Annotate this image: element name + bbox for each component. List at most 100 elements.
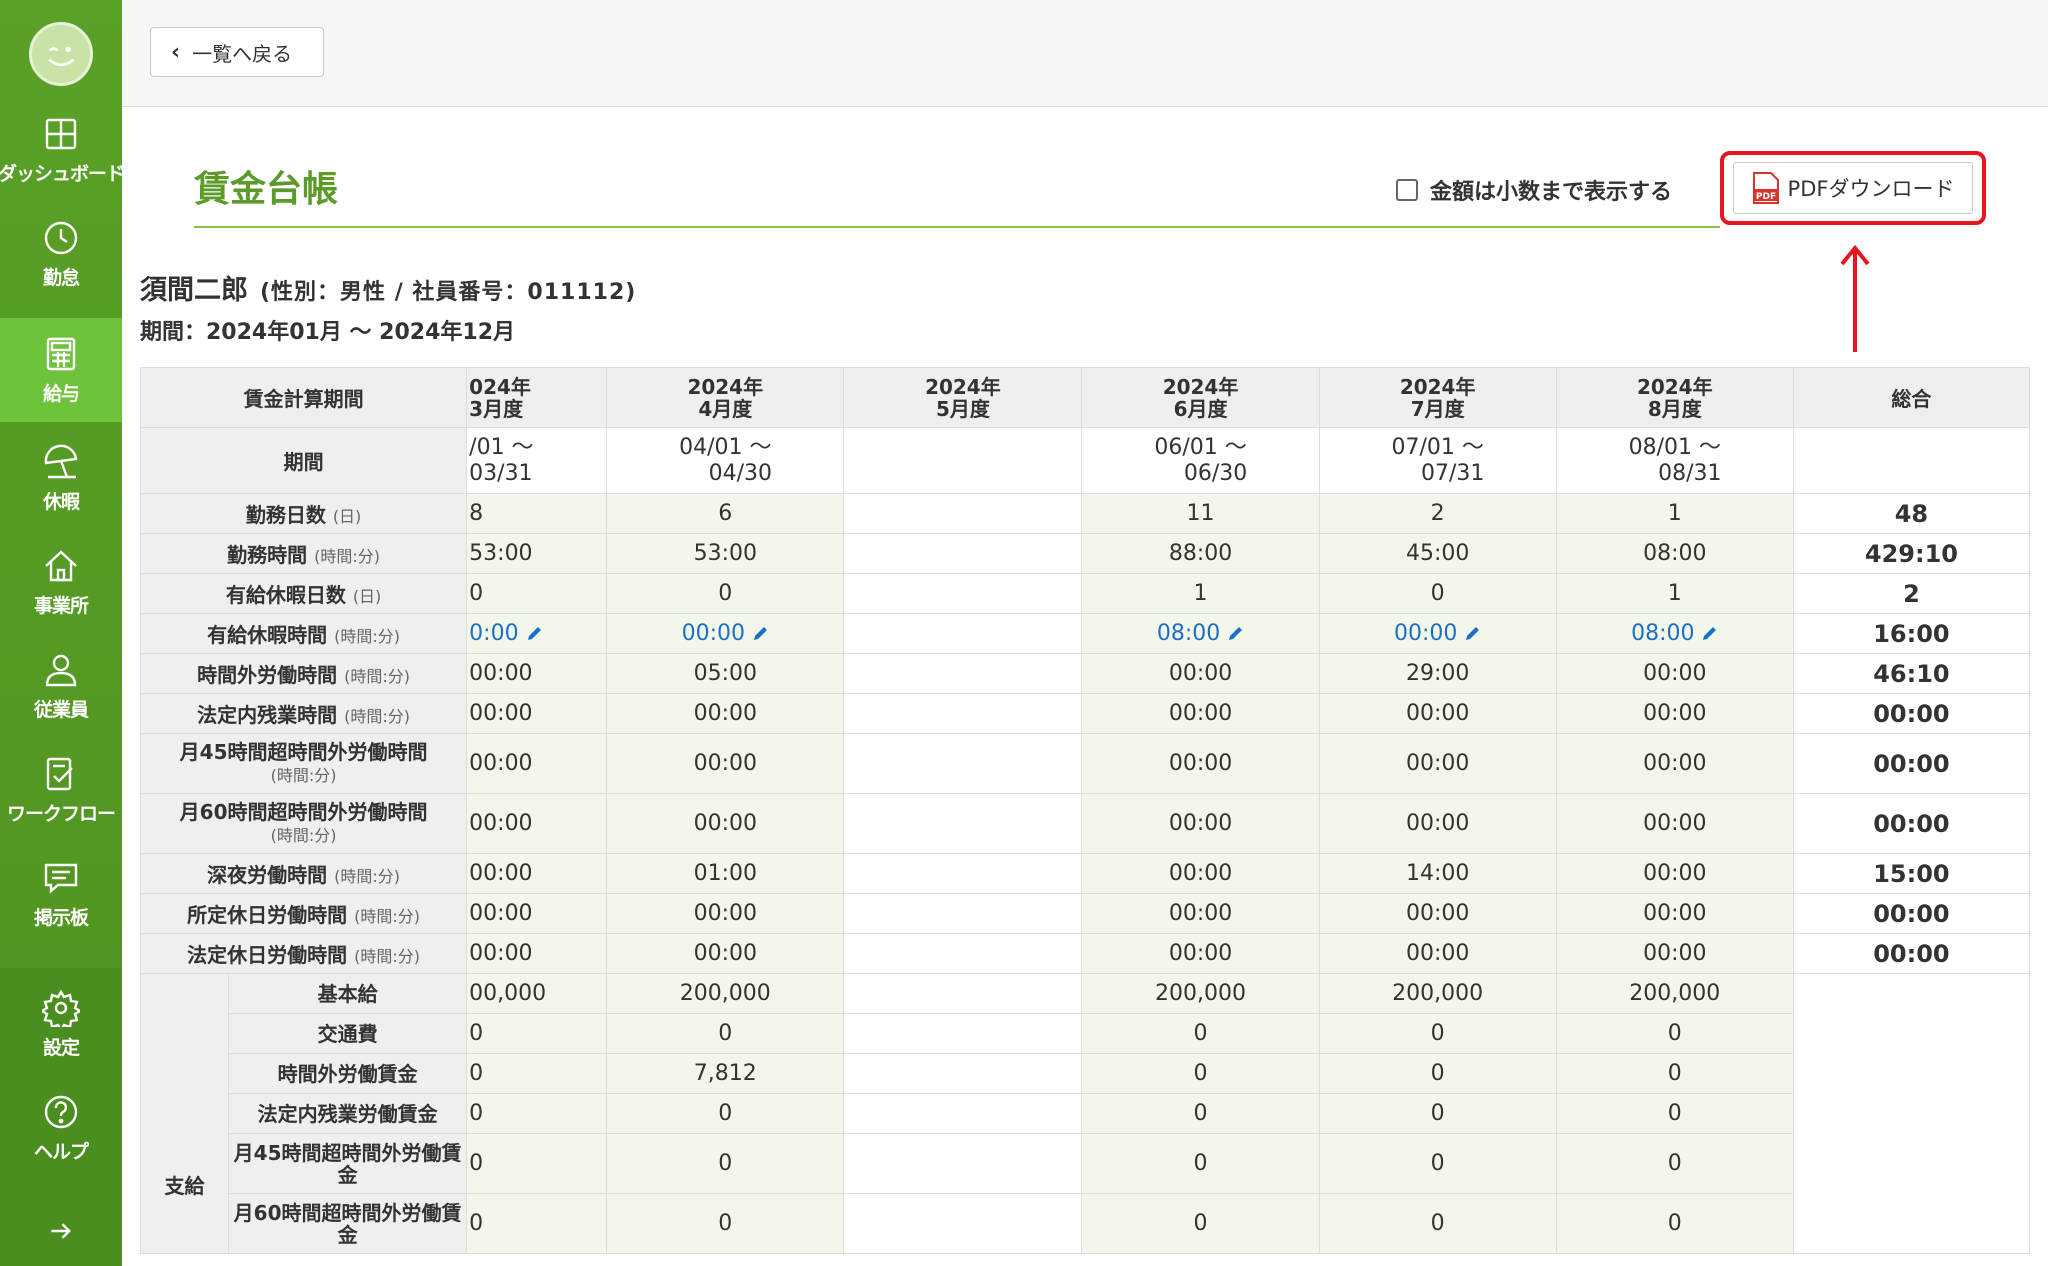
month-header: 2024年 4月度 — [606, 367, 845, 428]
umbrella-icon — [44, 444, 78, 478]
row-label: 勤務時間 (時間:分) — [139, 533, 468, 574]
sidebar-item-label: ダッシュボード — [0, 162, 125, 185]
sidebar-item-office[interactable]: 事業所 — [0, 530, 122, 634]
value-cell: 00:00 — [466, 693, 608, 734]
pdf-button-label: PDFダウンロード — [1787, 177, 1955, 201]
value-cell: 11 — [1081, 493, 1320, 534]
row-label: 法定休日労働時間 (時間:分) — [139, 933, 468, 974]
value-cell: 00:00 — [466, 933, 608, 974]
pencil-icon[interactable] — [525, 625, 543, 643]
sidebar-item-label: 掲示板 — [33, 906, 89, 929]
sidebar-item-board[interactable]: 掲示板 — [0, 842, 122, 946]
paid-leave-time-link[interactable]: 08:00 — [1555, 613, 1794, 654]
row-label: 交通費 — [228, 1013, 468, 1054]
pencil-icon[interactable] — [1226, 625, 1244, 643]
period-cell: 06/01 〜 06/30 — [1081, 427, 1320, 494]
sidebar-item-help[interactable]: ヘルプ — [0, 1076, 122, 1180]
value-cell: 00:00 — [1555, 853, 1794, 894]
period-cell: 07/01 〜 07/31 — [1318, 427, 1557, 494]
value-cell: 0 — [1318, 1093, 1557, 1134]
table-row: 交通費 0 0 0 0 0 — [141, 1013, 2030, 1054]
sidebar-item-workflow[interactable]: ワークフロー — [0, 738, 122, 842]
value-cell: 53:00 — [466, 533, 608, 574]
value-cell: 200,000 — [1555, 973, 1794, 1014]
logo[interactable] — [29, 22, 93, 86]
total-cell — [1792, 973, 2031, 1254]
sidebar-item-employees[interactable]: 従業員 — [0, 634, 122, 738]
paid-leave-time-link[interactable]: 0:00 — [466, 613, 608, 654]
sidebar-expand-button[interactable] — [0, 1196, 122, 1266]
value-cell: 0 — [466, 1193, 608, 1254]
value-cell — [843, 893, 1083, 934]
value-cell — [843, 973, 1083, 1014]
month-header: 2024年 7月度 — [1318, 367, 1557, 428]
employee-heading: 須間二郎 (性別：男性 / 社員番号：011112) — [140, 268, 636, 307]
table-row: 支給 基本給 00,000 200,000 200,000 200,000 200,000 — [139, 973, 2031, 1254]
table-row: 月45時間超時間外労働時間 (時間:分) 00:00 00:00 00:00 00:00 0… — [139, 733, 2031, 794]
value-cell: 0 — [466, 573, 608, 614]
table-row: 有給休暇時間 (時間:分) 0:00 00:00 08:00 00:00 08:00 16:… — [139, 613, 2031, 654]
value-cell: 88:00 — [1081, 533, 1320, 574]
value-cell: 08:00 — [1555, 533, 1794, 574]
pencil-icon[interactable] — [1700, 625, 1718, 643]
paid-leave-time-link[interactable]: 08:00 — [1081, 613, 1320, 654]
sidebar-item-label: 休暇 — [42, 490, 80, 513]
table-row: 月45時間超時間外労働賃金 0 0 0 0 0 — [141, 1133, 2030, 1194]
workflow-icon — [46, 757, 73, 790]
sidebar-item-dashboard[interactable]: ダッシュボード — [0, 98, 125, 202]
row-label: 勤務日数 (日) — [139, 493, 468, 534]
sidebar: ダッシュボード 勤怠 給与 休暇 事業所 従業員 ワークフロー 掲示板 設定 ヘ… — [0, 0, 125, 1266]
value-cell: 0 — [1555, 1133, 1794, 1194]
sidebar-item-leave[interactable]: 休暇 — [0, 426, 122, 530]
checkbox-box[interactable] — [1396, 179, 1418, 201]
total-header: 総合 — [1792, 367, 2031, 428]
value-cell: 00:00 — [1555, 933, 1794, 974]
value-cell: 00,000 — [466, 973, 608, 1014]
value-cell: 00:00 — [1081, 893, 1320, 934]
value-cell — [843, 493, 1083, 534]
value-cell — [843, 693, 1083, 734]
decimal-display-checkbox[interactable]: 金額は小数まで表示する — [1396, 174, 1672, 206]
total-cell: 00:00 — [1792, 733, 2031, 794]
value-cell — [843, 1093, 1083, 1134]
pencil-icon[interactable] — [751, 625, 769, 643]
sidebar-item-payroll[interactable]: 給与 — [0, 318, 122, 422]
total-cell: 16:00 — [1792, 613, 2031, 654]
value-cell: 0 — [1555, 1193, 1794, 1254]
row-label: 基本給 — [228, 973, 468, 1014]
value-cell: 2 — [1318, 493, 1557, 534]
paid-leave-time-link[interactable]: 00:00 — [1318, 613, 1557, 654]
value-cell: 0 — [466, 1053, 608, 1094]
wage-ledger-table: 賃金計算期間 024年 3月度 2024年 4月度 2024年 5月度 2024年 6月… — [139, 367, 2031, 1254]
value-cell: 0 — [1318, 573, 1557, 614]
row-label: 月45時間超時間外労働時間 (時間:分) — [139, 733, 468, 794]
table-row: 有給休暇日数 (日) 0 0 1 0 1 2 — [139, 573, 2031, 614]
sidebar-item-attendance[interactable]: 勤怠 — [0, 202, 122, 306]
value-cell: 0 — [1555, 1093, 1794, 1134]
sidebar-item-label: 設定 — [42, 1036, 80, 1059]
paid-leave-time-link[interactable]: 00:00 — [606, 613, 845, 654]
value-cell: 200,000 — [1081, 973, 1320, 1014]
value-cell — [843, 533, 1083, 574]
row-label: 期間 — [139, 427, 468, 494]
value-cell: 1 — [1081, 573, 1320, 614]
value-cell: 01:00 — [606, 853, 845, 894]
table-row: 法定内残業労働賃金 0 0 0 0 0 — [141, 1093, 2030, 1134]
value-cell: 8 — [466, 493, 608, 534]
employee-meta: (性別：男性 / 社員番号：011112) — [260, 280, 637, 305]
value-cell: 0 — [1555, 1013, 1794, 1054]
pdf-file-icon: PDF — [1752, 172, 1779, 204]
value-cell: 53:00 — [606, 533, 845, 574]
pdf-download-button[interactable]: PDF PDFダウンロード — [1733, 162, 1973, 214]
back-to-list-button[interactable]: ‹ 一覧へ戻る — [150, 27, 324, 77]
value-cell: 0 — [1318, 1133, 1557, 1194]
value-cell: 00:00 — [1081, 653, 1320, 694]
pencil-icon[interactable] — [1463, 625, 1481, 643]
payment-group-label: 支給 — [139, 973, 230, 1254]
total-cell: 00:00 — [1792, 793, 2031, 854]
row-label: 時間外労働賃金 — [228, 1053, 468, 1094]
sidebar-item-settings[interactable]: 設定 — [0, 972, 122, 1076]
row-label: 月60時間超時間外労働時間 (時間:分) — [139, 793, 468, 854]
value-cell: 0 — [606, 1013, 845, 1054]
value-cell: 00:00 — [1318, 793, 1557, 854]
